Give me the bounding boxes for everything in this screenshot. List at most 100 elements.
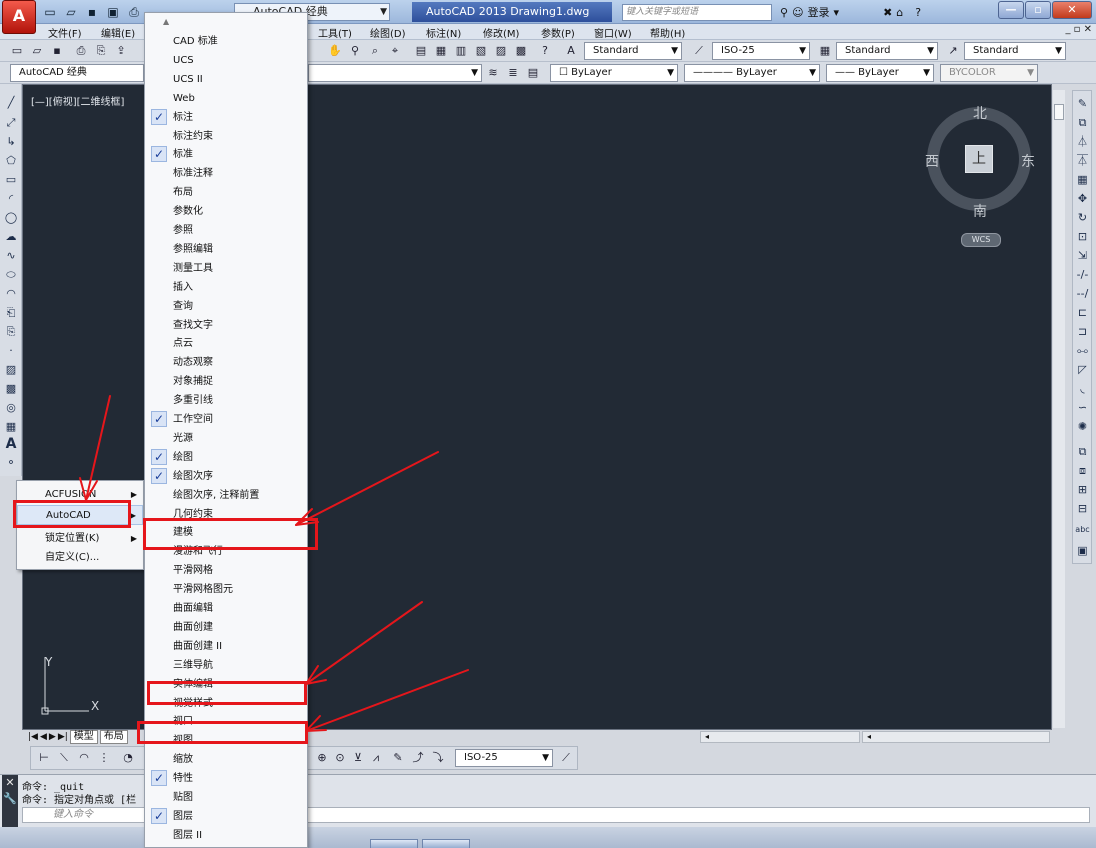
menu-parametric[interactable]: 参数(P): [541, 25, 575, 40]
ellipse-arc-icon[interactable]: ◠: [2, 285, 20, 302]
mirror-icon[interactable]: ⏃: [1074, 133, 1091, 150]
submenu-item[interactable]: ✓ 特性: [145, 769, 307, 788]
menu-draw[interactable]: 绘图(D): [370, 25, 406, 40]
linear-dim-icon[interactable]: ⊢: [35, 749, 53, 767]
gradient-icon[interactable]: ▩: [2, 380, 20, 397]
submenu-item[interactable]: 布局: [145, 183, 307, 202]
compass-north[interactable]: 北: [973, 103, 987, 123]
multileader-style-dropdown[interactable]: Standard ▼: [964, 42, 1066, 60]
chamfer-icon[interactable]: ◸: [1074, 361, 1091, 378]
dim-style-dropdown[interactable]: ISO-25 ▼: [712, 42, 810, 60]
trim-icon[interactable]: -/-: [1074, 266, 1091, 283]
context-item-lock-location[interactable]: 锁定位置(K) ▶: [17, 529, 143, 549]
submenu-item[interactable]: 查询: [145, 297, 307, 316]
table-style-icon[interactable]: ▦: [816, 42, 834, 60]
spline-icon[interactable]: ∿: [2, 247, 20, 264]
new-file-icon[interactable]: ▭: [40, 2, 60, 22]
submenu-item[interactable]: 参照编辑: [145, 240, 307, 259]
help-icon[interactable]: ?: [536, 42, 554, 60]
dim-style-icon[interactable]: ⟋: [690, 42, 708, 60]
first-tab-icon[interactable]: |◀: [28, 732, 38, 742]
viewport-controls[interactable]: [—][俯视][二维线框]: [31, 93, 124, 108]
compass-east[interactable]: 东: [1021, 151, 1035, 171]
region-icon[interactable]: ◎: [2, 399, 20, 416]
layer-properties-icon[interactable]: ≋: [484, 64, 502, 82]
break-icon[interactable]: ⊐: [1074, 323, 1091, 340]
rotate-icon[interactable]: ↻: [1074, 209, 1091, 226]
tab-model[interactable]: 模型: [69, 730, 98, 744]
submenu-item[interactable]: UCS II: [145, 70, 307, 89]
tool-palettes-icon[interactable]: ▥: [452, 42, 470, 60]
last-tab-icon[interactable]: ▶|: [58, 732, 68, 742]
submenu-item[interactable]: CAD 标准: [145, 32, 307, 51]
taskbar-button[interactable]: [422, 839, 470, 848]
zoom-previous-icon[interactable]: ⌖: [386, 42, 404, 60]
viewcube-top-face[interactable]: 上: [965, 145, 993, 173]
help-icon[interactable]: ?: [915, 6, 921, 19]
menu-dimension[interactable]: 标注(N): [426, 25, 461, 40]
save-as-icon[interactable]: ▣: [103, 2, 123, 22]
blend-curves-icon[interactable]: ∽: [1074, 399, 1091, 416]
ordinate-dim-icon[interactable]: ⋮: [95, 749, 113, 767]
draworder-front-icon[interactable]: ⧉: [1074, 443, 1091, 460]
open-icon[interactable]: ▱: [28, 42, 46, 60]
text-front-icon[interactable]: abc: [1074, 521, 1091, 538]
submenu-item[interactable]: 插入: [145, 278, 307, 297]
explode-icon[interactable]: ✺: [1074, 418, 1091, 435]
text-style-dropdown[interactable]: Standard ▼: [584, 42, 682, 60]
submenu-item[interactable]: 平滑网格图元: [145, 580, 307, 599]
calculator-icon[interactable]: ▩: [512, 42, 530, 60]
table-style-dropdown[interactable]: Standard ▼: [836, 42, 938, 60]
offset-icon[interactable]: ⏄: [1074, 152, 1091, 169]
plot-icon[interactable]: ⎙: [72, 42, 90, 60]
jogged-linear-icon[interactable]: ⊻: [349, 749, 367, 767]
stretch-icon[interactable]: ⇲: [1074, 247, 1091, 264]
markup-icon[interactable]: ▨: [492, 42, 510, 60]
dim-style-control[interactable]: ISO-25 ▼: [455, 749, 553, 767]
save-icon[interactable]: ▪: [48, 42, 66, 60]
maximize-button[interactable]: ▫: [1025, 1, 1051, 19]
linetype-dropdown[interactable]: ———— ByLayer ▼: [684, 64, 820, 82]
sheet-set-icon[interactable]: ▧: [472, 42, 490, 60]
submenu-item[interactable]: 光源: [145, 429, 307, 448]
make-block-icon[interactable]: ⎘: [2, 323, 20, 340]
hatch-icon[interactable]: ▨: [2, 361, 20, 378]
move-icon[interactable]: ✥: [1074, 190, 1091, 207]
submenu-item[interactable]: ✓ 绘图次序: [145, 467, 307, 486]
close-button[interactable]: ✕: [1052, 1, 1092, 19]
compass-south[interactable]: 南: [973, 201, 987, 221]
circle-icon[interactable]: ◯: [2, 209, 20, 226]
draworder-above-icon[interactable]: ⊞: [1074, 481, 1091, 498]
submenu-item[interactable]: 标准注释: [145, 164, 307, 183]
submenu-item[interactable]: 参照: [145, 221, 307, 240]
publish-icon[interactable]: ⇪: [112, 42, 130, 60]
scroll-up-icon[interactable]: ▲: [163, 17, 169, 26]
submenu-item[interactable]: ✓ 工作空间: [145, 410, 307, 429]
design-center-icon[interactable]: ▦: [432, 42, 450, 60]
multiline-text-icon[interactable]: A: [2, 436, 20, 453]
wrench-icon[interactable]: 🔧: [2, 791, 18, 807]
extend-icon[interactable]: --/: [1074, 285, 1091, 302]
menu-edit[interactable]: 编辑(E): [101, 25, 135, 40]
horizontal-scrollbar-left[interactable]: ◂: [700, 731, 860, 743]
arc-icon[interactable]: ◜: [2, 190, 20, 207]
dim-update-icon[interactable]: ⤴: [409, 749, 427, 767]
draworder-back-icon[interactable]: ⧈: [1074, 462, 1091, 479]
layer-previous-icon[interactable]: ▤: [524, 64, 542, 82]
menu-modify[interactable]: 修改(M): [483, 25, 519, 40]
aligned-dim-icon[interactable]: ⟍: [55, 749, 73, 767]
prev-tab-icon[interactable]: ◀: [40, 732, 47, 742]
text-style-icon[interactable]: A: [562, 42, 580, 60]
pan-icon[interactable]: ✋: [326, 42, 344, 60]
lineweight-dropdown[interactable]: —— ByLayer ▼: [826, 64, 934, 82]
array-icon[interactable]: ▦: [1074, 171, 1091, 188]
submenu-item[interactable]: 曲面创建: [145, 618, 307, 637]
submenu-item[interactable]: 标注约束: [145, 127, 307, 146]
dim-style-manager-icon[interactable]: ⟋: [557, 749, 575, 767]
submenu-item[interactable]: ✓ 标准: [145, 145, 307, 164]
line-icon[interactable]: ╱: [2, 94, 20, 111]
construction-line-icon[interactable]: ⤢: [2, 114, 20, 131]
submenu-item[interactable]: UCS: [145, 51, 307, 70]
submenu-item[interactable]: 查找文字: [145, 316, 307, 335]
radius-dim-icon[interactable]: ◔: [119, 749, 137, 767]
